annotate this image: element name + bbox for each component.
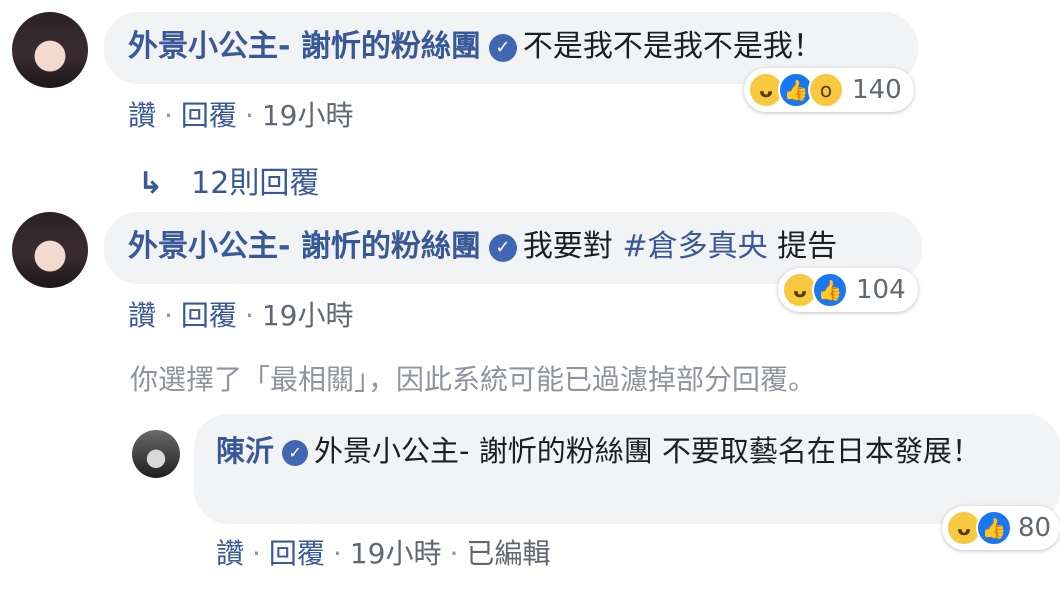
- reply-button[interactable]: 回覆: [269, 537, 325, 570]
- reaction-count: 80: [1018, 513, 1052, 543]
- like-reaction-icon: 👍: [976, 510, 1012, 546]
- reply-bubble: 陳沂 ✓ 外景小公主- 謝忻的粉絲團 不要取藝名在日本發展！: [194, 414, 1060, 524]
- separator-dot: ·: [244, 99, 254, 132]
- comment-text-suffix: 提告: [767, 229, 838, 264]
- separator-dot: ·: [164, 99, 173, 132]
- separator-dot: ·: [449, 537, 459, 570]
- avatar[interactable]: [12, 212, 88, 288]
- timestamp[interactable]: 19小時: [262, 99, 354, 132]
- hashtag-link[interactable]: #倉多真央: [622, 229, 767, 264]
- separator-dot: ·: [244, 299, 254, 332]
- timestamp[interactable]: 19小時: [262, 299, 354, 332]
- like-button[interactable]: 讚: [128, 99, 156, 132]
- verified-icon: ✓: [282, 440, 309, 466]
- comment-actions: 讚 · 回覆 · 19小時: [128, 294, 353, 334]
- like-button[interactable]: 讚: [216, 537, 244, 570]
- reply-mention[interactable]: 外景小公主- 謝忻的粉絲團: [314, 434, 653, 468]
- comment-author[interactable]: 外景小公主- 謝忻的粉絲團: [128, 29, 481, 64]
- reply-actions: 讚 · 回覆 · 19小時 · 已編輯: [216, 532, 550, 572]
- edited-label[interactable]: 已編輯: [466, 537, 550, 570]
- reply-text: 不要取藝名在日本發展！: [652, 434, 981, 468]
- separator-dot: ·: [164, 299, 173, 332]
- comment-author[interactable]: 外景小公主- 謝忻的粉絲團: [128, 229, 481, 264]
- separator-dot: ·: [332, 537, 342, 570]
- verified-icon: ✓: [488, 234, 517, 262]
- avatar[interactable]: [132, 430, 180, 478]
- comment-actions: 讚 · 回覆 · 19小時: [128, 94, 353, 134]
- view-replies-link[interactable]: ↳ 12則回覆: [138, 158, 319, 202]
- reply-arrow-icon: ↳: [138, 166, 164, 201]
- replies-count-label: 12則回覆: [191, 166, 320, 201]
- reaction-summary[interactable]: ᴗ 👍 o 140: [744, 68, 914, 112]
- like-reaction-icon: 👍: [812, 272, 848, 308]
- reply-button[interactable]: 回覆: [181, 299, 237, 332]
- comment-text: 不是我不是我不是我！: [522, 29, 823, 64]
- timestamp[interactable]: 19小時: [350, 537, 442, 570]
- comment-text-prefix: 我要對: [522, 229, 623, 264]
- reaction-summary[interactable]: ᴗ 👍 104: [778, 268, 918, 312]
- filter-notice: 你選擇了「最相關」，因此系統可能已過濾掉部分回覆。: [130, 363, 817, 396]
- reply-button[interactable]: 回覆: [181, 99, 237, 132]
- reaction-summary[interactable]: ᴗ 👍 80: [942, 506, 1060, 550]
- reply-author[interactable]: 陳沂: [216, 434, 274, 468]
- wow-reaction-icon: o: [808, 72, 844, 108]
- avatar[interactable]: [12, 12, 88, 88]
- reaction-count: 140: [852, 75, 902, 105]
- verified-icon: ✓: [488, 34, 517, 62]
- like-button[interactable]: 讚: [128, 299, 156, 332]
- reaction-count: 104: [856, 275, 906, 305]
- separator-dot: ·: [252, 537, 261, 570]
